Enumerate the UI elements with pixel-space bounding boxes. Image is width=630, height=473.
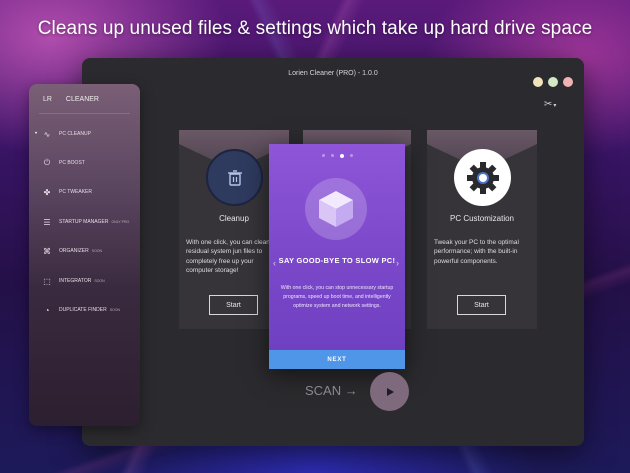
customization-icon-circle [454,149,511,206]
sidebar-item-label: STARTUP MANAGER [59,219,109,225]
page-dot-active[interactable] [339,153,344,158]
sidebar-item-organizer[interactable]: ⌘ ORGANIZER SOON [35,243,139,259]
sidebar-item-pc-cleanup[interactable]: • ∿ PC CLEANUP [35,126,139,142]
modal-title: SAY GOOD-BYE TO SLOW PC! [278,256,396,265]
card-description: With one click, you can clean residual s… [186,239,270,275]
puzzle-icon: ✤ [43,187,51,197]
soon-badge: SOON [109,308,121,312]
card-title: PC Customization [449,214,515,223]
page-dot[interactable] [349,154,353,157]
logo: LR [43,96,52,103]
play-icon [386,387,394,396]
maximize-button[interactable] [548,77,558,87]
sidebar-item-label: ORGANIZER [59,248,89,254]
scan-label: SCAN → [305,383,358,398]
soon-badge: SOON [91,249,103,253]
chevron-down-icon: ▾ [553,103,557,109]
sidebar: LR CLEANER • ∿ PC CLEANUP ⏻ PC BOOST ✤ P… [29,84,140,426]
cube-icon-circle [305,178,367,240]
promo-headline: Cleans up unused files & settings which … [37,18,593,39]
network-icon: ⌘ [43,246,51,256]
modal-description: With one click, you can stop unnecessary… [280,285,394,309]
gear-icon [466,161,499,194]
sidebar-item-startup-manager[interactable]: ☰ STARTUP MANAGER ONLY PRO [35,214,139,230]
card-pc-customization: PC Customization Tweak your PC to the op… [427,130,537,329]
close-button[interactable] [563,77,573,87]
pagination-dots [269,153,405,158]
tools-icon: ✂ [544,99,553,110]
minimize-button[interactable] [533,77,543,87]
next-button[interactable]: NEXT [269,350,405,369]
power-icon: ⏻ [43,158,51,167]
sidebar-divider [39,113,130,114]
pulse-icon: ∿ [43,129,51,139]
pie-icon: ◔ [44,305,50,315]
sidebar-item-label: INTEGRATOR [59,278,92,284]
sidebar-item-pc-boost[interactable]: ⏻ PC BOOST [35,155,139,171]
cube-icon [319,191,353,227]
sidebar-header: LR CLEANER [43,96,99,103]
box-icon: ⬚ [43,276,51,286]
soon-badge: SOON [94,279,105,283]
customization-start-button[interactable]: Start [457,295,506,315]
list-icon: ☰ [43,217,51,227]
tools-menu-button[interactable]: ✂▾ [544,99,556,110]
onboarding-modal: ‹ › SAY GOOD-BYE TO SLOW PC! With one cl… [269,144,405,369]
brand-name: CLEANER [65,96,99,103]
sidebar-item-label: PC CLEANUP [59,131,91,137]
trash-icon [227,169,242,186]
sidebar-item-label: PC BOOST [59,160,85,166]
cleanup-start-button[interactable]: Start [209,295,258,315]
pro-badge: ONLY PRO [111,220,130,224]
sidebar-item-duplicate-finder[interactable]: ◔ DUPLICATE FINDER SOON [35,302,139,318]
cleanup-icon-circle [206,149,263,206]
card-description: Tweak your PC to the optimal performance… [434,239,519,265]
sidebar-item-label: DUPLICATE FINDER [59,307,107,313]
sidebar-item-integrator[interactable]: ⬚ INTEGRATOR SOON [35,273,139,289]
page-dot[interactable] [330,154,334,157]
scan-button[interactable] [370,372,409,411]
sidebar-item-label: PC TWEAKER [59,189,92,195]
page-dot[interactable] [321,154,325,157]
window-title: Lorien Cleaner (PRO) - 1.0.0 [288,70,378,77]
sidebar-item-pc-tweaker[interactable]: ✤ PC TWEAKER [35,184,139,200]
